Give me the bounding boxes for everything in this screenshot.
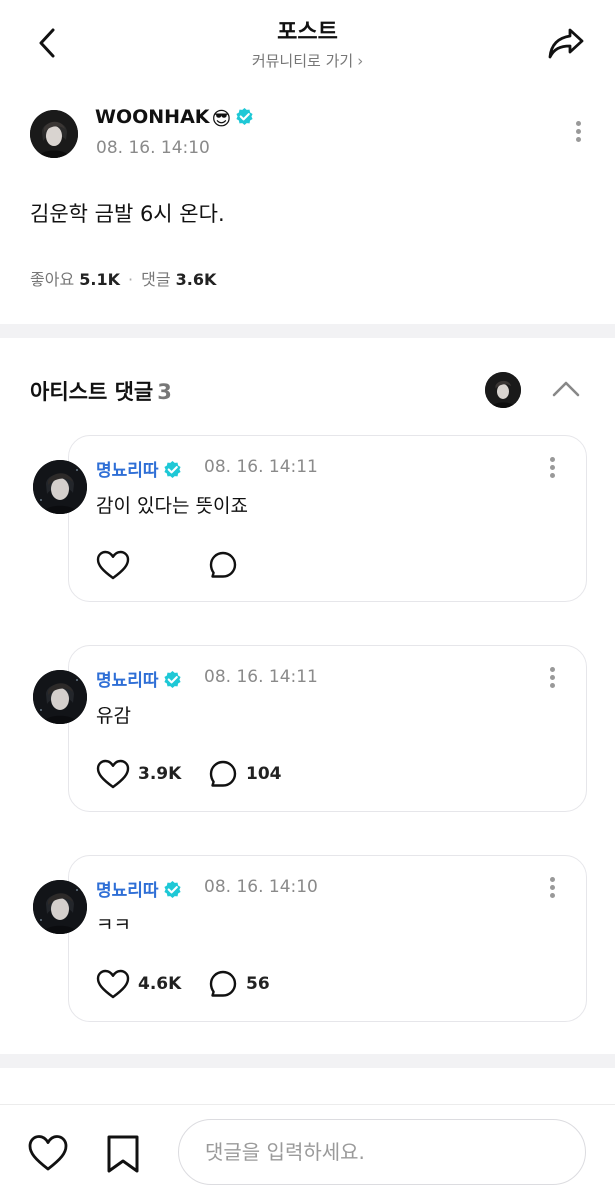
post-stats: 좋아요 5.1K · 댓글 3.6K (30, 266, 216, 290)
comment-bubble-icon (209, 970, 237, 997)
comment-reply-count: 56 (246, 974, 270, 994)
author-name[interactable]: WOONHAK 😎 (95, 106, 254, 130)
go-to-community-link[interactable]: 커뮤니티로 가기 › (0, 50, 615, 71)
bookmark-icon[interactable] (104, 1134, 142, 1174)
heart-icon (96, 759, 130, 789)
go-to-community-label: 커뮤니티로 가기 (251, 52, 354, 70)
comment-input-wrapper (178, 1119, 586, 1185)
verified-badge-icon (163, 670, 181, 689)
verified-badge-icon (236, 107, 253, 126)
comment-date: 08. 16. 14:10 (204, 877, 318, 897)
commenter-name-text: 명뇨리따 (96, 461, 159, 481)
bottom-bar-divider (0, 1104, 615, 1105)
post-body: 김운학 금발 6시 온다. (30, 202, 225, 226)
comment-like-button[interactable] (96, 549, 138, 581)
commenter-avatar[interactable] (33, 880, 87, 934)
comment-like-button[interactable]: 4.6K (96, 968, 181, 1000)
artist-comments-title: 아티스트 댓글 3 (30, 376, 172, 406)
commenter-avatar[interactable] (33, 670, 87, 724)
commenter-name-text: 명뇨리따 (96, 881, 159, 901)
post-more-icon[interactable] (566, 118, 590, 148)
page-title: 포스트 (277, 20, 338, 45)
post-date: 08. 16. 14:10 (96, 138, 210, 158)
comment-date: 08. 16. 14:11 (204, 457, 318, 477)
comment-more-icon[interactable] (540, 664, 564, 694)
commenter-avatar[interactable] (33, 460, 87, 514)
likes-count: 5.1K (79, 270, 121, 289)
stats-separator: · (128, 270, 134, 289)
chevron-up-icon[interactable] (550, 378, 582, 400)
commenter-name[interactable]: 명뇨리따 (96, 456, 182, 481)
comment-reply-button[interactable]: 56 (208, 968, 270, 1000)
section-divider (0, 1054, 615, 1068)
heart-icon[interactable] (28, 1134, 68, 1172)
commenter-name-text: 명뇨리따 (96, 671, 159, 691)
artist-comments-label: 아티스트 댓글 (30, 380, 154, 404)
comment-reply-button[interactable] (208, 549, 246, 581)
comment-bubble-icon (209, 551, 237, 578)
comment-text: 유감 (96, 705, 131, 727)
comment-more-icon[interactable] (540, 874, 564, 904)
author-avatar[interactable] (30, 110, 78, 158)
commenter-name[interactable]: 명뇨리따 (96, 666, 182, 691)
comment-reply-count: 104 (246, 764, 282, 784)
comment-text: 감이 있다는 뜻이죠 (96, 495, 248, 517)
artist-comments-count: 3 (157, 380, 172, 404)
share-icon[interactable] (546, 24, 586, 62)
comment-reply-button[interactable]: 104 (208, 758, 282, 790)
author-name-text: WOONHAK (95, 106, 210, 128)
comment-text: ㅋㅋ (96, 914, 131, 936)
comments-count: 3.6K (175, 270, 217, 289)
verified-badge-icon (163, 880, 181, 899)
sunglasses-emoji: 😎 (211, 108, 232, 130)
comment-bubble-icon (209, 760, 237, 787)
comments-label: 댓글 (141, 270, 171, 289)
artist-avatar (485, 372, 521, 408)
chevron-right-icon: › (357, 52, 364, 70)
comment-input[interactable] (179, 1120, 585, 1184)
comment-like-count: 4.6K (138, 974, 182, 994)
verified-badge-icon (163, 460, 181, 479)
comment-like-button[interactable]: 3.9K (96, 758, 181, 790)
comment-date: 08. 16. 14:11 (204, 667, 318, 687)
heart-icon (96, 550, 130, 580)
commenter-name[interactable]: 명뇨리따 (96, 876, 182, 901)
comment-more-icon[interactable] (540, 454, 564, 484)
section-divider (0, 324, 615, 338)
comment-like-count: 3.9K (138, 764, 182, 784)
heart-icon (96, 969, 130, 999)
likes-label: 좋아요 (30, 270, 75, 289)
